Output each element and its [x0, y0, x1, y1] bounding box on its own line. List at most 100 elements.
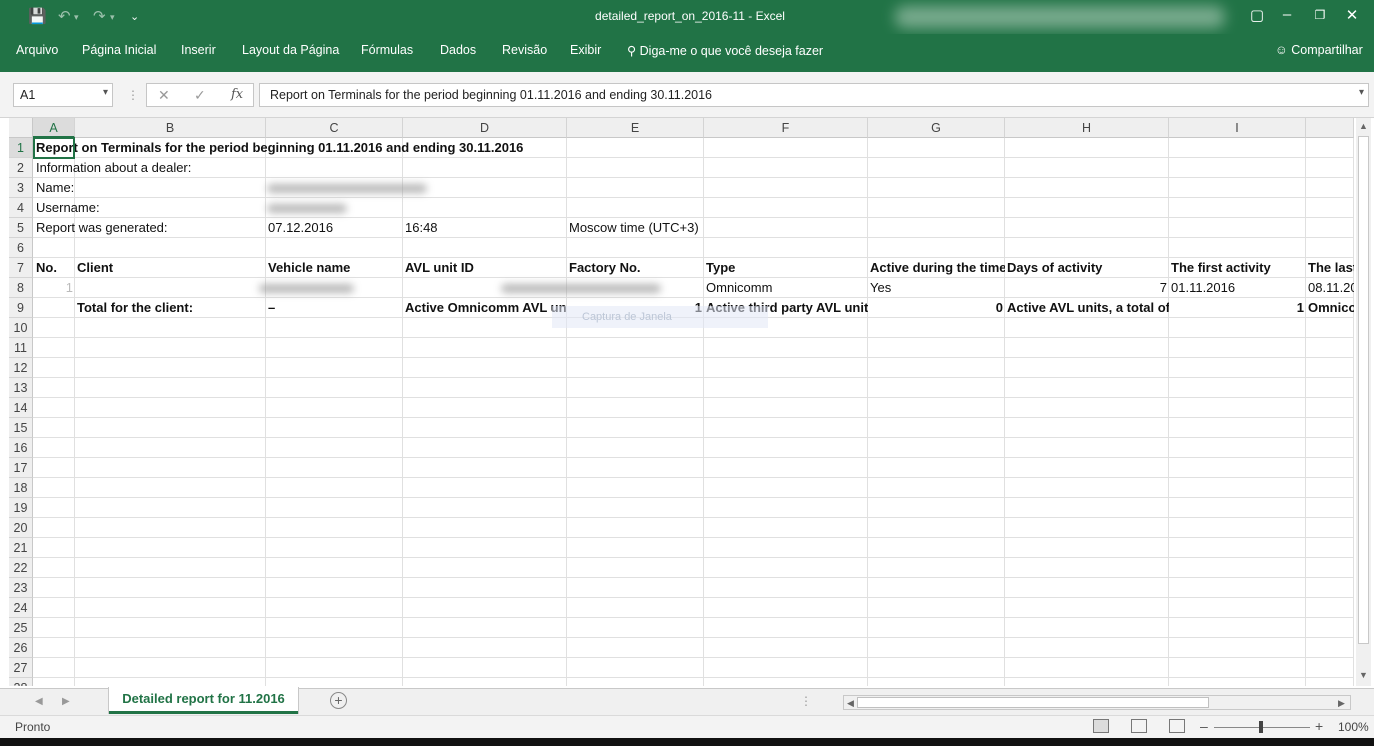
close-icon[interactable]: ✕ — [1337, 6, 1367, 24]
horizontal-scroll-thumb[interactable] — [857, 697, 1209, 708]
add-sheet-icon[interactable]: + — [330, 692, 347, 709]
cancel-icon[interactable]: ✕ — [158, 87, 170, 104]
column-header[interactable]: I — [1169, 118, 1306, 138]
scroll-up-icon[interactable]: ▲ — [1359, 121, 1368, 131]
chevron-down-icon[interactable]: ▾ — [1359, 87, 1364, 98]
row-header[interactable]: 7 — [9, 258, 33, 278]
scroll-right-icon[interactable]: ▶ — [1338, 698, 1345, 709]
tab-revisao[interactable]: Revisão — [502, 43, 547, 57]
ribbon-display-icon[interactable]: ▢ — [1242, 6, 1272, 24]
cell-f7[interactable]: Type — [704, 258, 868, 278]
row-header[interactable]: 14 — [9, 398, 33, 418]
horizontal-scrollbar[interactable]: ◀ ▶ — [843, 695, 1351, 710]
tab-formulas[interactable]: Fórmulas — [361, 43, 413, 57]
sheet-tab-active[interactable]: Detailed report for 11.2016 — [109, 687, 298, 714]
cell-c5[interactable]: 07.12.2016 — [266, 218, 403, 238]
minimize-icon[interactable]: – — [1272, 6, 1302, 23]
customize-icon[interactable]: ⌄ — [130, 10, 139, 23]
row-header[interactable]: 21 — [9, 538, 33, 558]
tab-inserir[interactable]: Inserir — [181, 43, 216, 57]
share-button[interactable]: ☺ Compartilhar — [1275, 43, 1363, 57]
page-layout-view-icon[interactable] — [1131, 719, 1147, 733]
tell-me-search[interactable]: ⚲ Diga-me o que você deseja fazer — [627, 43, 823, 58]
zoom-out-icon[interactable]: – — [1200, 718, 1208, 734]
tab-exibir[interactable]: Exibir — [570, 43, 601, 57]
cell-g9[interactable]: 0 — [868, 298, 1005, 318]
cell-a8[interactable]: 1 — [34, 278, 75, 298]
zoom-in-icon[interactable]: + — [1315, 718, 1323, 734]
row-header[interactable]: 19 — [9, 498, 33, 518]
cell-e7[interactable]: Factory No. — [567, 258, 704, 278]
column-header[interactable]: C — [266, 118, 403, 138]
cell-d5[interactable]: 16:48 — [403, 218, 567, 238]
row-header[interactable]: 3 — [9, 178, 33, 198]
formula-input[interactable]: Report on Terminals for the period begin… — [259, 83, 1369, 107]
cell-j7[interactable]: The last activity — [1306, 258, 1354, 278]
row-header[interactable]: 24 — [9, 598, 33, 618]
cell-j9[interactable]: Omnicomm — [1306, 298, 1354, 318]
row-header[interactable]: 26 — [9, 638, 33, 658]
row-header[interactable]: 5 — [9, 218, 33, 238]
row-header[interactable]: 1 — [9, 138, 33, 158]
row-header[interactable]: 4 — [9, 198, 33, 218]
worksheet-grid[interactable]: ABCDEFGHI 1 2 3 4 5 6 7 8 9 10 11 12 13 14 15 16 17 18 19 2… — [9, 118, 1354, 686]
cell-d7[interactable]: AVL unit ID — [403, 258, 567, 278]
column-header[interactable]: D — [403, 118, 567, 138]
undo-icon[interactable]: ↶ — [58, 7, 71, 25]
cell-a4[interactable]: Username: — [34, 198, 102, 218]
cell-g7[interactable]: Active during the time — [868, 258, 1005, 278]
row-header[interactable]: 25 — [9, 618, 33, 638]
save-icon[interactable]: 💾 — [28, 7, 47, 25]
tab-pagina-inicial[interactable]: Página Inicial — [82, 43, 156, 57]
zoom-level[interactable]: 100% — [1338, 720, 1369, 734]
column-header[interactable]: A — [33, 118, 75, 138]
tab-dados[interactable]: Dados — [440, 43, 476, 57]
vertical-scroll-thumb[interactable] — [1358, 136, 1369, 644]
vertical-scrollbar[interactable]: ▲ ▼ — [1356, 118, 1371, 686]
scroll-down-icon[interactable]: ▼ — [1359, 670, 1368, 680]
cell-e5[interactable]: Moscow time (UTC+3) — [567, 218, 701, 238]
redo-dropdown-icon[interactable]: ▾ — [110, 12, 115, 23]
cell-g8[interactable]: Yes — [868, 278, 1005, 298]
row-header[interactable]: 23 — [9, 578, 33, 598]
normal-view-icon[interactable] — [1093, 719, 1109, 733]
function-icon[interactable]: fx — [231, 87, 243, 102]
cell-d9[interactable]: Active Omnicomm AVL units — [403, 298, 567, 318]
row-header[interactable]: 28 — [9, 678, 33, 686]
column-header[interactable]: G — [868, 118, 1005, 138]
row-header[interactable]: 16 — [9, 438, 33, 458]
column-header[interactable]: H — [1005, 118, 1169, 138]
cell-b7[interactable]: Client — [75, 258, 266, 278]
prev-sheet-icon[interactable]: ◀ — [35, 696, 43, 707]
redo-icon[interactable]: ↷ — [93, 7, 106, 25]
cell-i9[interactable]: 1 — [1169, 298, 1306, 318]
column-header[interactable]: F — [704, 118, 868, 138]
cell-j8[interactable]: 08.11.2016 — [1306, 278, 1354, 298]
row-header[interactable]: 22 — [9, 558, 33, 578]
next-sheet-icon[interactable]: ▶ — [62, 696, 70, 707]
column-header[interactable]: E — [567, 118, 704, 138]
chevron-down-icon[interactable]: ▾ — [103, 87, 108, 98]
cell-a7[interactable]: No. — [34, 258, 75, 278]
row-header[interactable]: 20 — [9, 518, 33, 538]
row-header[interactable]: 27 — [9, 658, 33, 678]
select-all-corner[interactable] — [9, 118, 33, 138]
cell-a1[interactable]: Report on Terminals for the period begin… — [34, 138, 525, 158]
row-header[interactable]: 15 — [9, 418, 33, 438]
row-header[interactable]: 6 — [9, 238, 33, 258]
cell-h8[interactable]: 7 — [1005, 278, 1169, 298]
cell-f8[interactable]: Omnicomm — [704, 278, 868, 298]
row-header[interactable]: 17 — [9, 458, 33, 478]
cell-b9[interactable]: Total for the client: — [75, 298, 266, 318]
cell-c9[interactable]: – — [266, 298, 403, 318]
tab-splitter-icon[interactable]: ⋮ — [800, 694, 812, 708]
tab-arquivo[interactable]: Arquivo — [16, 43, 58, 57]
cell-c7[interactable]: Vehicle name — [266, 258, 403, 278]
cell-a5[interactable]: Report was generated: — [34, 218, 170, 238]
cell-i8[interactable]: 01.11.2016 — [1169, 278, 1306, 298]
undo-dropdown-icon[interactable]: ▾ — [74, 12, 79, 23]
scroll-left-icon[interactable]: ◀ — [847, 698, 854, 709]
name-box[interactable]: A1 ▾ — [13, 83, 113, 107]
check-icon[interactable]: ✓ — [194, 87, 206, 104]
row-header[interactable]: 12 — [9, 358, 33, 378]
